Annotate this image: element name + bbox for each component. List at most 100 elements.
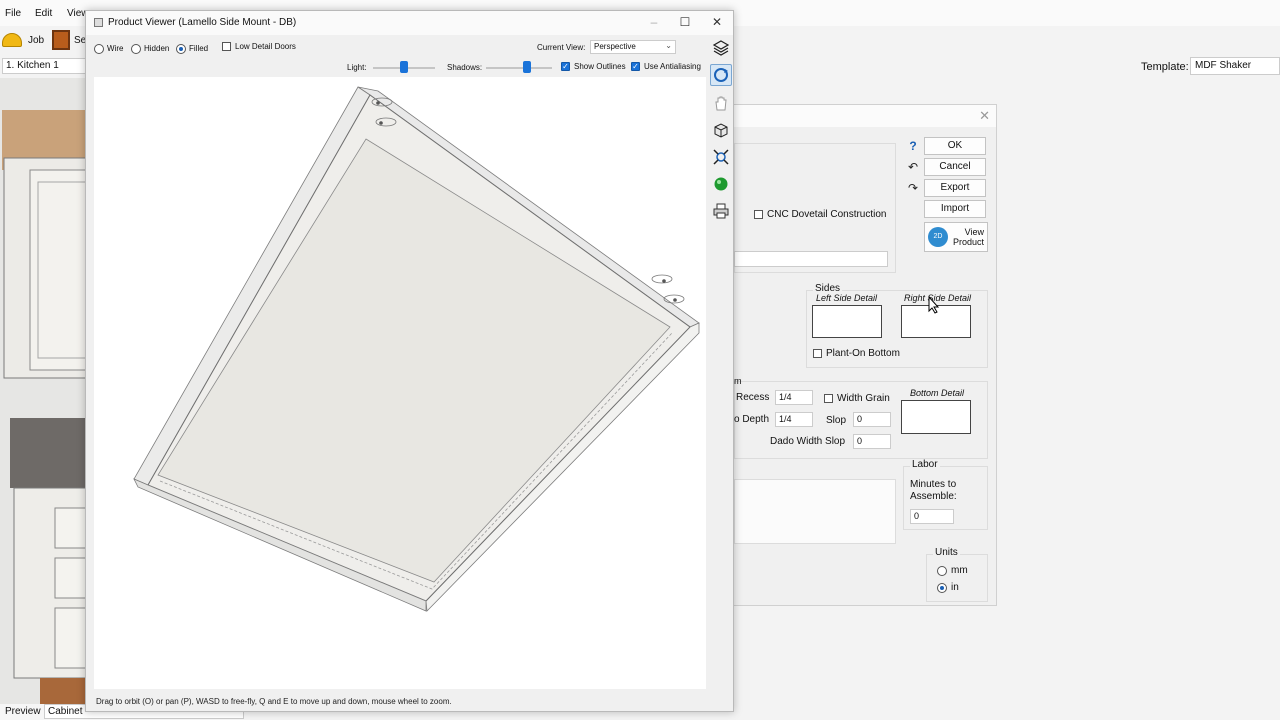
current-view-value: Perspective bbox=[594, 42, 636, 51]
construction-input[interactable] bbox=[734, 251, 888, 267]
plant-on-bottom-checkbox[interactable] bbox=[813, 349, 822, 358]
job-button[interactable]: Job bbox=[2, 28, 44, 52]
view-product-label: View Product bbox=[952, 227, 984, 247]
render-wire-radio[interactable] bbox=[94, 44, 104, 54]
cabinet-door-icon bbox=[52, 30, 70, 50]
template-label: Template: bbox=[1141, 61, 1189, 73]
cancel-button[interactable]: Cancel bbox=[924, 158, 986, 176]
left-side-detail-label: Left Side Detail bbox=[816, 293, 878, 303]
slop-label: Slop bbox=[826, 415, 847, 426]
shadows-label: Shadows: bbox=[447, 63, 483, 72]
settings-button[interactable]: Se bbox=[52, 28, 86, 52]
close-icon[interactable]: ✕ bbox=[710, 15, 724, 29]
light-slider-thumb[interactable] bbox=[400, 61, 408, 73]
dado-depth-label: o Depth bbox=[734, 414, 770, 425]
units-title: Units bbox=[933, 547, 960, 558]
render-hidden-radio[interactable] bbox=[131, 44, 141, 54]
bottom-detail-label: Bottom Detail bbox=[910, 388, 965, 398]
labor-title: Labor bbox=[910, 459, 940, 470]
use-antialiasing-label: Use Antialiasing bbox=[644, 62, 701, 71]
viewer-status-text: Drag to orbit (O) or pan (P), WASD to fr… bbox=[96, 697, 452, 706]
view-options-bar: Wire Hidden Filled Low Detail Doors Curr… bbox=[86, 37, 716, 77]
hard-hat-icon bbox=[2, 33, 22, 47]
pan-hand-icon bbox=[715, 96, 727, 111]
pan-tool[interactable] bbox=[710, 92, 732, 114]
3d-viewport[interactable] bbox=[94, 77, 706, 689]
zoom-extents-tool[interactable] bbox=[710, 146, 732, 168]
minimize-icon[interactable]: – bbox=[647, 15, 661, 29]
redo-icon[interactable]: ↷ bbox=[906, 181, 920, 195]
minutes-to-assemble-input[interactable]: 0 bbox=[910, 509, 954, 524]
maximize-icon[interactable]: ☐ bbox=[678, 15, 692, 29]
layers-icon bbox=[712, 40, 730, 56]
orbit-icon bbox=[714, 68, 728, 82]
current-view-label: Current View: bbox=[537, 43, 586, 52]
show-outlines-checkbox[interactable]: ✓ bbox=[561, 62, 570, 71]
export-button[interactable]: Export bbox=[924, 179, 986, 197]
render-filled-label: Filled bbox=[189, 44, 209, 53]
units-in-radio[interactable] bbox=[937, 583, 947, 593]
slop-input[interactable]: 0 bbox=[853, 412, 891, 427]
units-mm-label: mm bbox=[951, 565, 968, 576]
dado-depth-input[interactable]: 1/4 bbox=[775, 412, 813, 427]
low-detail-doors-checkbox[interactable] bbox=[222, 42, 231, 51]
recess-label: Recess bbox=[736, 392, 770, 403]
viewer-title: Product Viewer (Lamello Side Mount - DB) bbox=[108, 17, 297, 28]
recess-input[interactable]: 1/4 bbox=[775, 390, 813, 405]
app-toolbar: Job Se bbox=[0, 26, 90, 54]
view-cube-tool[interactable] bbox=[710, 119, 732, 141]
bottom-group-title: m bbox=[734, 376, 742, 386]
job-button-label: Job bbox=[28, 34, 45, 46]
preview-tab[interactable]: Preview bbox=[5, 706, 41, 717]
mouse-cursor-icon bbox=[928, 296, 940, 314]
left-side-detail-box[interactable] bbox=[812, 305, 882, 338]
zoom-extents-icon bbox=[713, 149, 729, 165]
ok-button[interactable]: OK bbox=[924, 137, 986, 155]
undo-icon[interactable]: ↶ bbox=[906, 160, 920, 174]
room-select[interactable]: 1. Kitchen 1 bbox=[2, 58, 88, 74]
close-icon[interactable]: ✕ bbox=[979, 108, 990, 124]
cnc-dovetail-label: CNC Dovetail Construction bbox=[767, 209, 887, 220]
view-product-button[interactable]: 2D View Product bbox=[924, 222, 988, 252]
layers-tool[interactable] bbox=[710, 37, 732, 59]
template-input[interactable]: MDF Shaker bbox=[1190, 57, 1280, 75]
kitchen-3d-scene[interactable] bbox=[0, 78, 88, 704]
help-icon[interactable]: ? bbox=[906, 139, 920, 153]
render-filled-radio[interactable] bbox=[176, 44, 186, 54]
print-tool[interactable] bbox=[710, 200, 732, 222]
shadows-slider-thumb[interactable] bbox=[522, 61, 531, 73]
dado-width-slop-label: Dado Width Slop bbox=[770, 436, 846, 447]
units-mm-radio[interactable] bbox=[937, 566, 947, 576]
low-detail-doors-label: Low Detail Doors bbox=[235, 42, 296, 51]
material-tool[interactable] bbox=[710, 173, 732, 195]
dado-width-slop-input[interactable]: 0 bbox=[853, 434, 891, 449]
cabinet-dialog-titlebar: ✕ bbox=[734, 105, 996, 127]
app-icon bbox=[94, 18, 103, 27]
chevron-down-icon: ⌄ bbox=[665, 41, 672, 50]
units-in-label: in bbox=[951, 582, 959, 593]
2d-3d-view-icon: 2D bbox=[928, 227, 948, 247]
units-group: Units bbox=[926, 547, 988, 602]
width-grain-label: Width Grain bbox=[837, 393, 890, 404]
shadows-slider[interactable] bbox=[486, 67, 552, 69]
light-label: Light: bbox=[347, 63, 367, 72]
bottom-detail-box[interactable] bbox=[901, 400, 971, 434]
viewer-titlebar: Product Viewer (Lamello Side Mount - DB)… bbox=[86, 11, 733, 35]
cabinet-3d-model bbox=[133, 86, 700, 612]
notes-area[interactable] bbox=[734, 479, 896, 544]
product-viewer-window: Product Viewer (Lamello Side Mount - DB)… bbox=[85, 10, 734, 712]
show-outlines-label: Show Outlines bbox=[574, 62, 626, 71]
cnc-dovetail-checkbox[interactable] bbox=[754, 210, 763, 219]
minutes-to-assemble-label: Minutes to Assemble: bbox=[910, 479, 957, 502]
menu-edit[interactable]: Edit bbox=[35, 8, 52, 19]
use-antialiasing-checkbox[interactable]: ✓ bbox=[631, 62, 640, 71]
current-view-select[interactable]: Perspective ⌄ bbox=[590, 40, 676, 54]
render-wire-label: Wire bbox=[107, 44, 124, 53]
import-button[interactable]: Import bbox=[924, 200, 986, 218]
view-cube-icon bbox=[714, 123, 728, 138]
render-hidden-label: Hidden bbox=[144, 44, 170, 53]
width-grain-checkbox[interactable] bbox=[824, 394, 833, 403]
menu-file[interactable]: File bbox=[5, 8, 21, 19]
print-icon bbox=[713, 203, 729, 219]
orbit-tool[interactable] bbox=[710, 64, 732, 86]
